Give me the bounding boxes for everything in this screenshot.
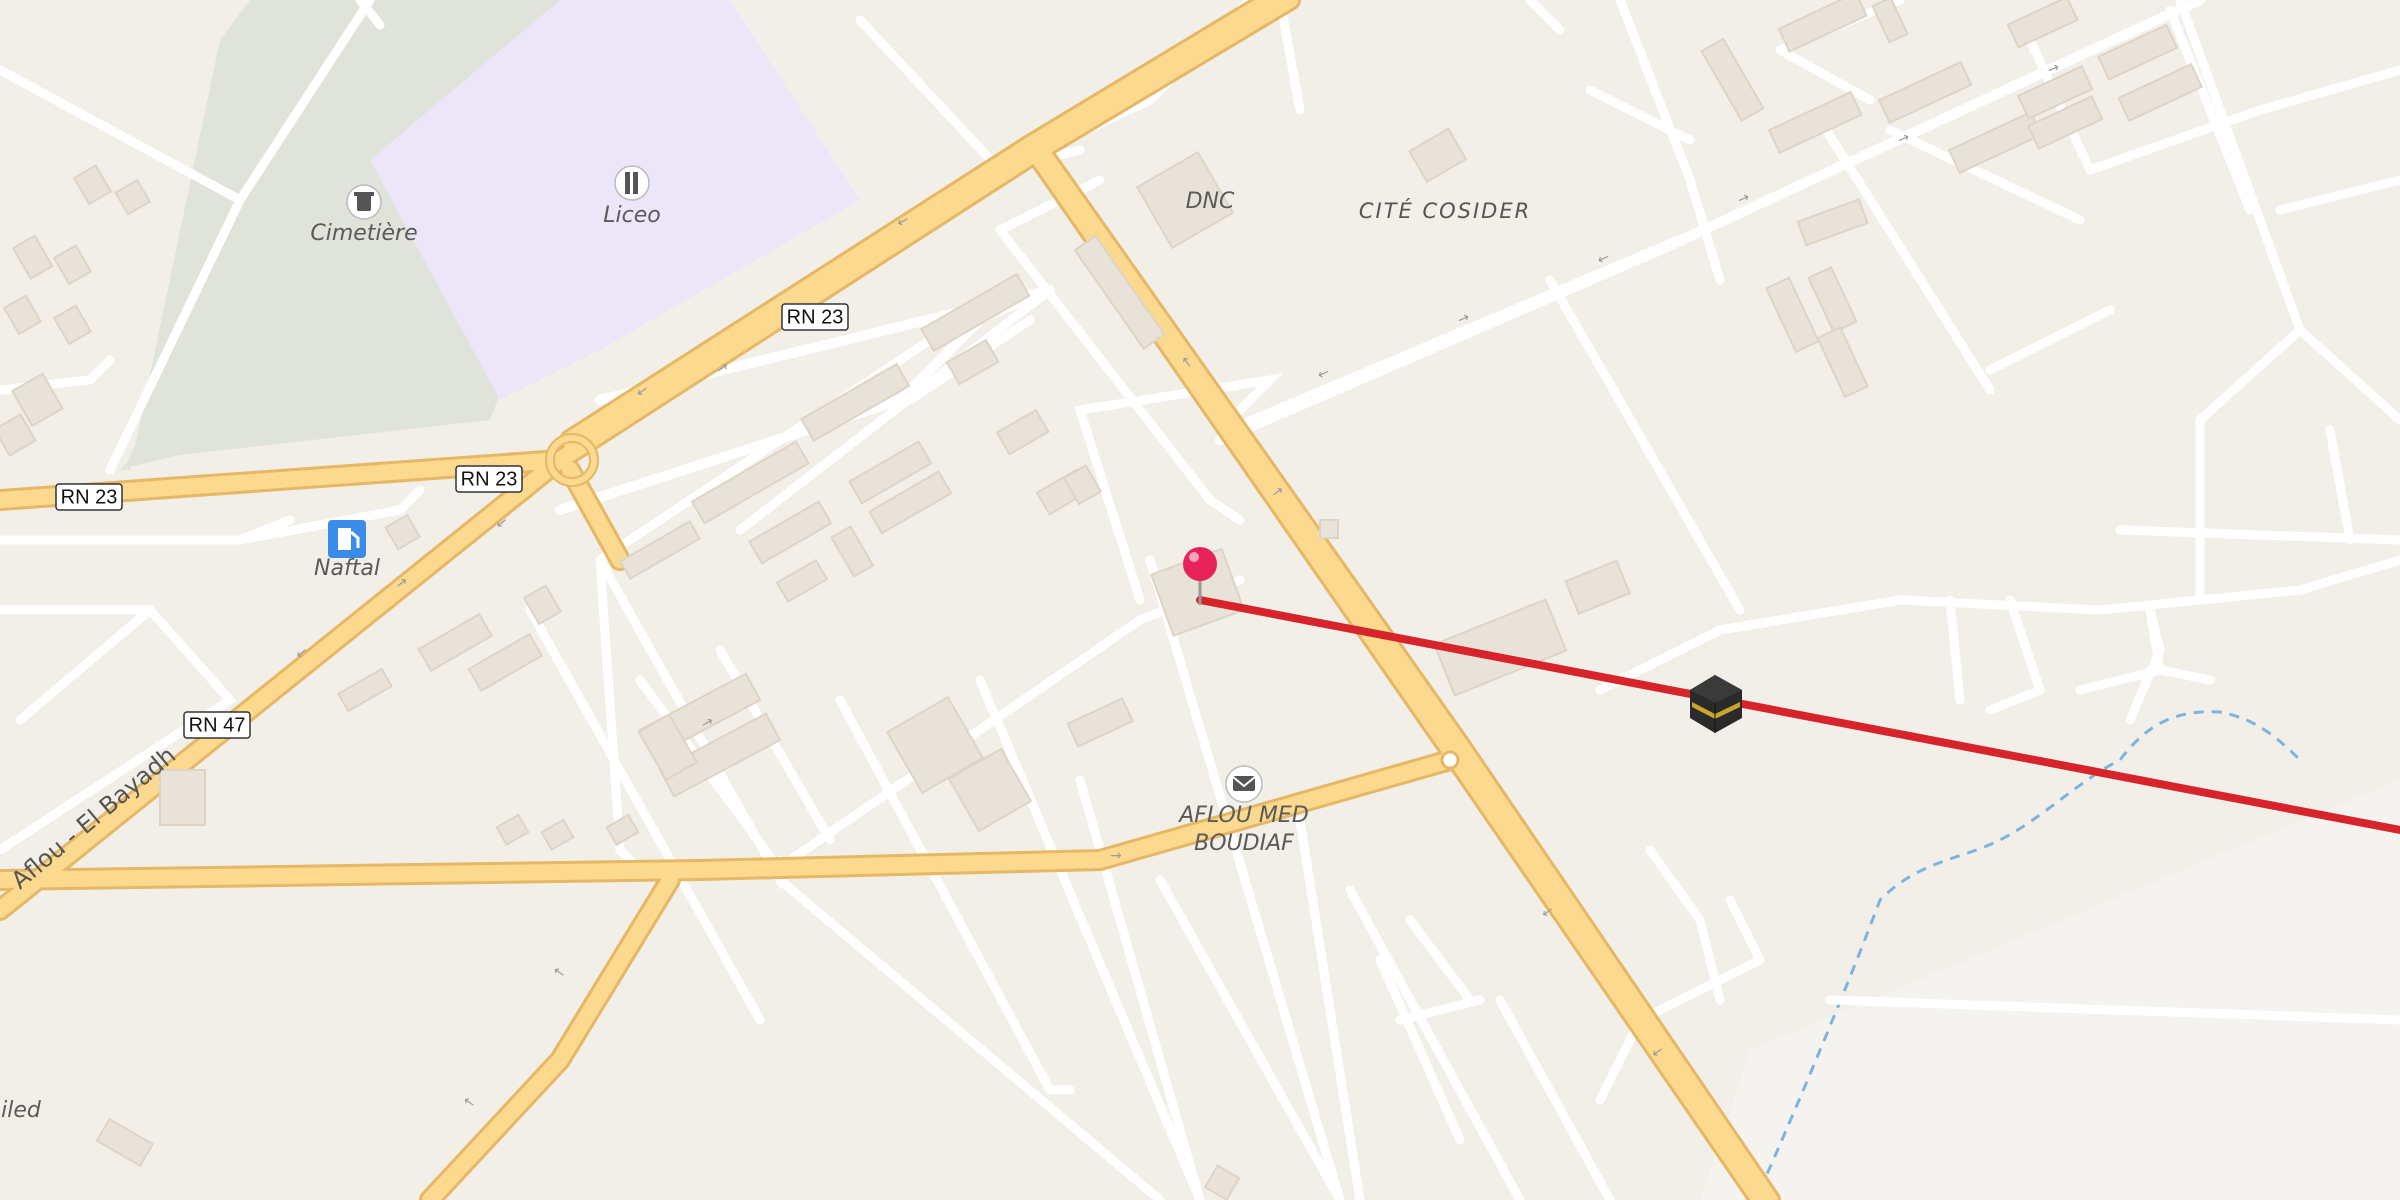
svg-text:←: ← — [1315, 364, 1332, 383]
road-shield: RN 47 — [183, 711, 251, 739]
fuel-station-icon[interactable] — [328, 520, 366, 558]
svg-text:RN 23: RN 23 — [787, 306, 844, 328]
svg-text:RN 23: RN 23 — [61, 486, 118, 508]
school-label: Liceo — [603, 203, 660, 228]
dnc-label: DNC — [1186, 189, 1235, 214]
neighborhood-label: CITÉ COSIDER — [1359, 198, 1531, 223]
road-shield: RN 23 — [455, 465, 523, 493]
post-office-icon[interactable] — [1225, 765, 1263, 803]
svg-text:RN 23: RN 23 — [461, 468, 518, 490]
post-office-label: BOUDIAF — [1194, 831, 1294, 856]
map-canvas[interactable]: ← → ← ← → ← ← ↑ ↓ ↓ ← → ← → → → → ↑ ↑ ↑ … — [0, 0, 2400, 1200]
post-office-label: AFLOU MED — [1177, 803, 1309, 828]
field-area — [1700, 780, 2400, 1200]
partial-place-label: uiled — [0, 1098, 42, 1123]
cemetery-icon[interactable] — [346, 184, 382, 220]
kaaba-icon[interactable] — [1690, 675, 1742, 733]
school-icon[interactable] — [614, 165, 650, 201]
cemetery-label: Cimetière — [310, 221, 417, 246]
svg-text:RN 47: RN 47 — [189, 714, 246, 736]
route-line — [1196, 596, 2400, 834]
svg-text:↑: ↑ — [460, 1094, 480, 1113]
fuel-station-label: Naftal — [314, 556, 380, 581]
road-shield: RN 23 — [55, 483, 123, 511]
svg-text:↑: ↑ — [550, 964, 570, 983]
svg-text:→: → — [1110, 848, 1122, 864]
road-shield: RN 23 — [781, 303, 849, 331]
